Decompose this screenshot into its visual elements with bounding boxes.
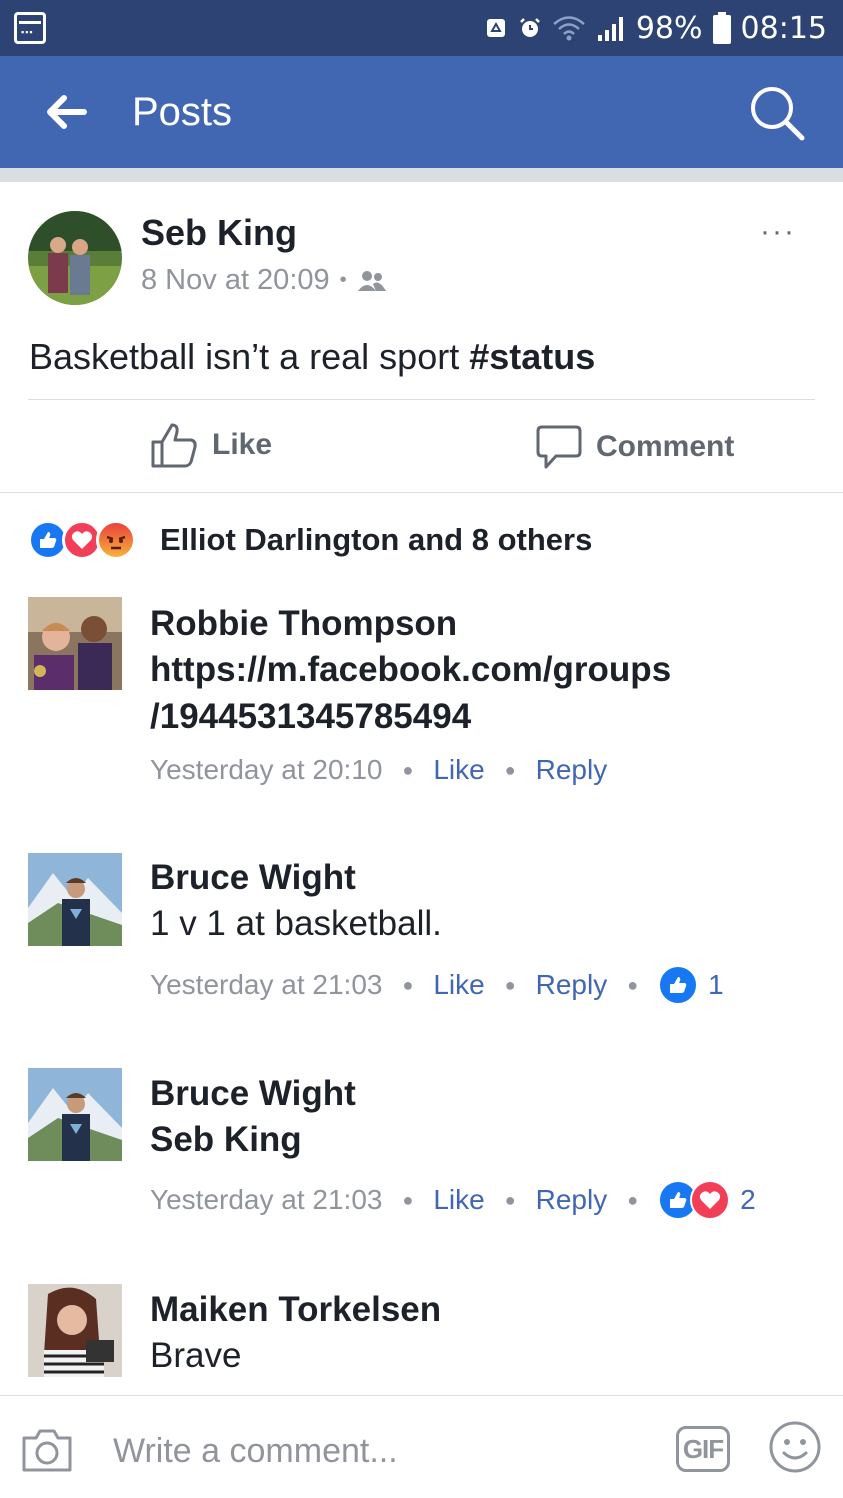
comment-author[interactable]: Bruce Wight [150, 858, 356, 898]
signal-icon [597, 17, 623, 41]
like-reaction-icon[interactable] [658, 965, 699, 1005]
comment-meta: Yesterday at 20:10 ● Like ● Reply [150, 754, 608, 786]
arrow-left-icon[interactable] [44, 92, 88, 132]
page-title: Posts [132, 90, 233, 134]
comment-author[interactable]: Maiken Torkelsen [150, 1290, 441, 1330]
comment-avatar[interactable] [28, 1284, 122, 1377]
like-button[interactable]: Like [150, 422, 272, 468]
comment-text: Brave [150, 1336, 242, 1375]
comment-like-button[interactable]: Like [433, 754, 484, 786]
status-bar: ▪▪▪ 98% 08:15 [0, 0, 843, 56]
comment-time: Yesterday at 21:03 [150, 1184, 383, 1215]
comment-reply-button[interactable]: Reply [536, 754, 608, 786]
comment-reply-button[interactable]: Reply [536, 969, 608, 1001]
comment-meta: Yesterday at 21:03 ● Like ● Reply ● 2 [150, 1180, 756, 1220]
calendar-icon: ▪▪▪ [14, 12, 46, 44]
wifi-icon [553, 16, 585, 41]
comment-like-button[interactable]: Like [433, 1184, 484, 1216]
comment-mention[interactable]: Seb King [150, 1120, 302, 1160]
reaction-count[interactable]: 2 [740, 1184, 756, 1216]
comment-text[interactable]: https://m.facebook.com/groups /194453134… [150, 646, 770, 740]
post-divider [28, 399, 815, 400]
comment-reply-button[interactable]: Reply [536, 1184, 608, 1216]
battery-icon [712, 12, 731, 44]
comment-label: Comment [596, 430, 735, 463]
recycle-icon [486, 19, 505, 37]
status-icons: 98% 08:15 [484, 0, 827, 56]
post-timestamp[interactable]: 8 Nov at 20:09 [141, 264, 330, 297]
comment-icon [536, 425, 582, 469]
post-body: Basketball isn’t a real sport #status [29, 336, 595, 378]
comment-like-button[interactable]: Like [433, 969, 484, 1001]
camera-icon[interactable] [20, 1426, 74, 1474]
gif-button[interactable]: GIF [676, 1426, 730, 1472]
comment-button[interactable]: Comment [536, 424, 734, 470]
comment-time: Yesterday at 21:03 [150, 969, 383, 1000]
top-divider [0, 168, 843, 182]
comment-author[interactable]: Bruce Wight [150, 1074, 356, 1114]
post-meta: 8 Nov at 20:09 • [141, 264, 387, 297]
search-icon[interactable] [748, 84, 806, 142]
reactions-summary[interactable]: Elliot Darlington and 8 others [160, 522, 592, 558]
post-author-avatar[interactable] [28, 211, 122, 305]
emoji-icon[interactable] [768, 1420, 822, 1474]
clock: 08:15 [740, 10, 827, 46]
comment-avatar[interactable] [28, 853, 122, 946]
comment-text-line-2: /1944531345785494 [150, 697, 472, 736]
meta-separator: • [339, 269, 347, 291]
love-reaction-icon[interactable] [690, 1180, 731, 1220]
battery-percent: 98% [635, 10, 703, 46]
like-label: Like [212, 428, 273, 461]
angry-reaction-icon [96, 520, 136, 560]
post-hashtag[interactable]: #status [469, 336, 595, 377]
comment-author[interactable]: Robbie Thompson [150, 604, 457, 644]
alarm-icon [519, 18, 540, 37]
post-text: Basketball isn’t a real sport [29, 336, 470, 377]
actions-divider [0, 492, 843, 493]
thumbs-up-icon [151, 423, 197, 468]
comment-avatar[interactable] [28, 597, 122, 690]
more-options-button[interactable]: ··· [760, 217, 796, 247]
friends-icon [357, 270, 386, 291]
app-bar: Posts [0, 56, 843, 168]
post-author-name[interactable]: Seb King [141, 212, 297, 254]
comment-meta: Yesterday at 21:03 ● Like ● Reply ● 1 [150, 965, 724, 1005]
comment-avatar[interactable] [28, 1068, 122, 1161]
comment-composer: Write a comment... GIF [0, 1395, 843, 1498]
comment-input[interactable]: Write a comment... [113, 1432, 398, 1471]
reaction-icons[interactable] [28, 520, 136, 560]
comment-text: 1 v 1 at basketball. [150, 904, 442, 943]
comment-text-line-1: https://m.facebook.com/groups [150, 650, 672, 689]
comment-time: Yesterday at 20:10 [150, 754, 383, 785]
reaction-count[interactable]: 1 [708, 969, 724, 1001]
